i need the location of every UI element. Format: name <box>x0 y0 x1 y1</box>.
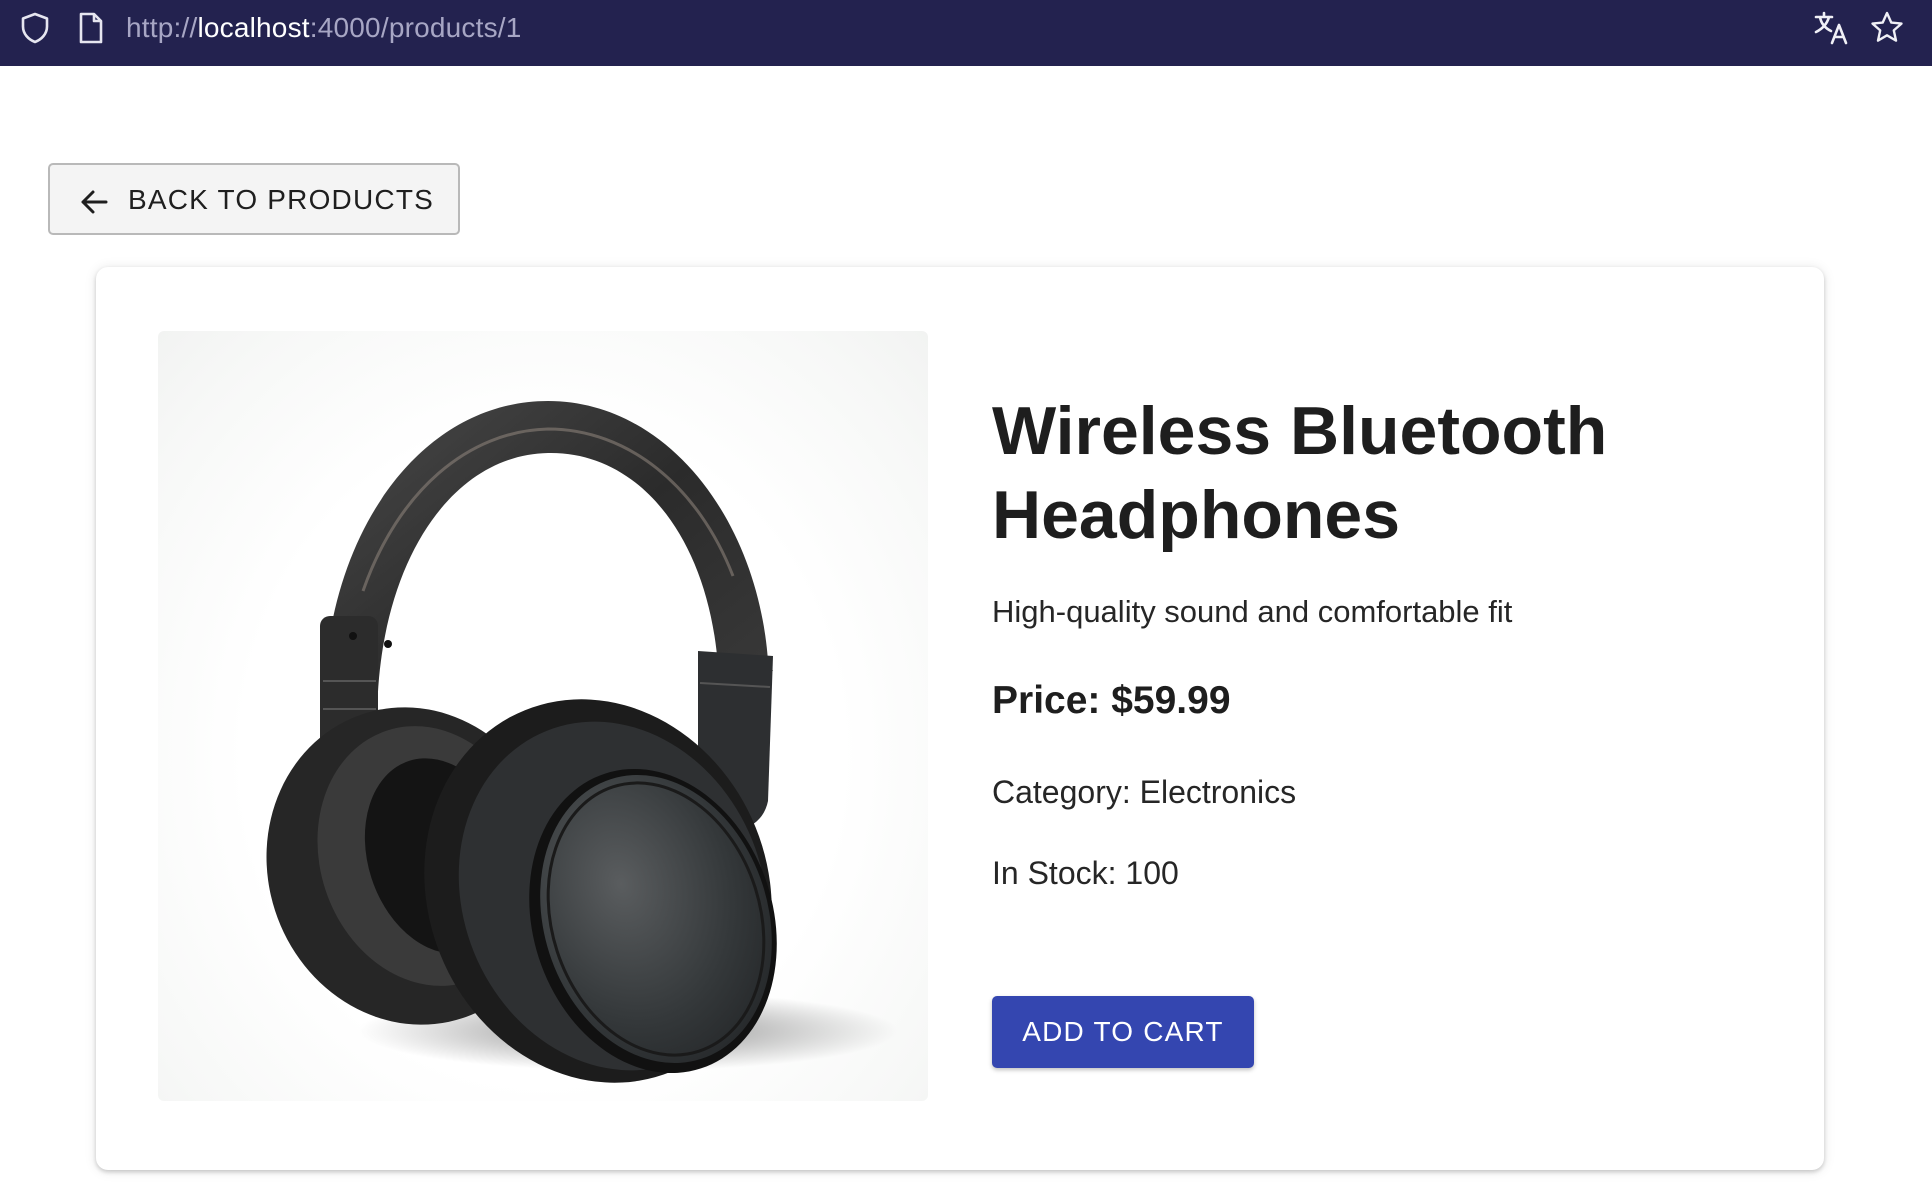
product-image <box>158 331 928 1101</box>
translate-icon[interactable] <box>1812 9 1850 47</box>
product-card: Wireless Bluetooth Headphones High-quali… <box>96 267 1824 1170</box>
product-description: High-quality sound and comfortable fit <box>992 594 1513 629</box>
product-category: Category: Electronics <box>992 774 1297 810</box>
headphones-illustration <box>266 401 898 1083</box>
browser-address-bar: http://localhost:4000/products/1 <box>0 0 1932 66</box>
product-price: Price: $59.99 <box>992 679 1231 722</box>
page-icon <box>79 12 103 44</box>
product-stock: In Stock: 100 <box>992 855 1179 891</box>
star-icon[interactable] <box>1868 9 1906 47</box>
add-to-cart-button[interactable]: ADD TO CART <box>992 996 1254 1068</box>
back-to-products-button[interactable]: BACK TO PRODUCTS <box>48 163 460 235</box>
url-field[interactable]: http://localhost:4000/products/1 <box>126 10 522 46</box>
shield-icon[interactable] <box>18 11 52 45</box>
arrow-left-icon <box>81 190 108 214</box>
url-path: :4000/products/1 <box>309 12 522 43</box>
back-to-products-label: BACK TO PRODUCTS <box>128 184 434 215</box>
product-title: Wireless Bluetooth Headphones <box>992 393 1608 553</box>
url-host: localhost <box>197 12 310 43</box>
url-scheme: http:// <box>126 12 198 43</box>
